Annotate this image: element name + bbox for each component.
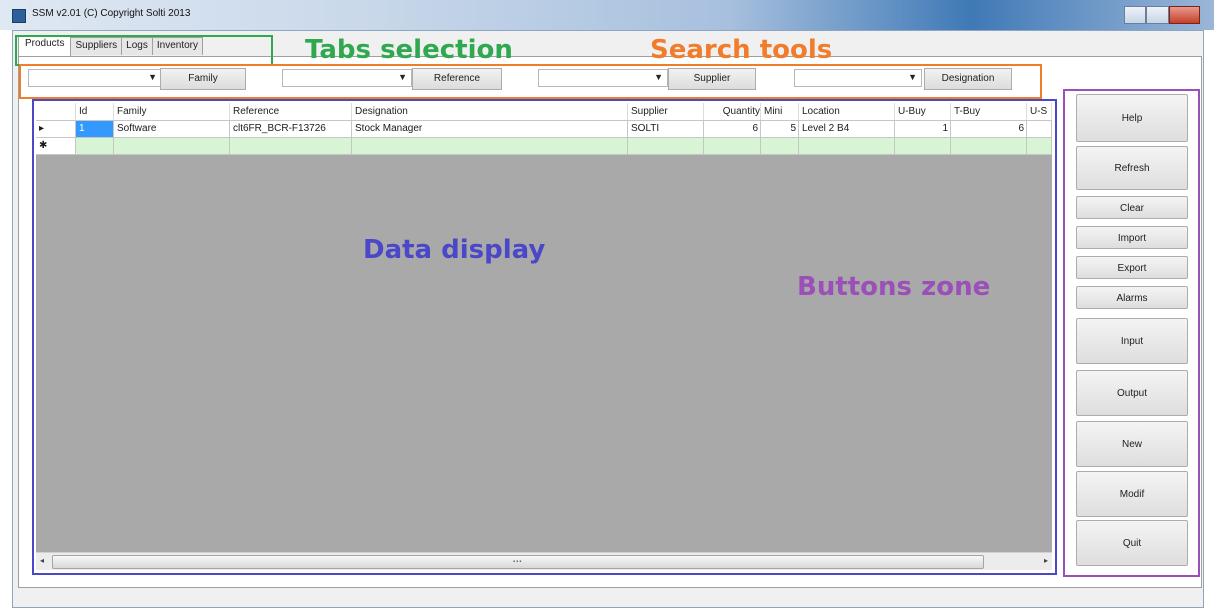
column-header[interactable]: Id	[76, 103, 114, 120]
tab-logs[interactable]: Logs	[121, 37, 153, 55]
tab-products[interactable]: Products	[18, 35, 72, 56]
new-button[interactable]: New	[1076, 421, 1188, 467]
column-header[interactable]: Location	[799, 103, 895, 120]
help-button[interactable]: Help	[1076, 94, 1188, 142]
window-title: SSM v2.01 (C) Copyright Solti 2013	[32, 8, 191, 19]
column-header[interactable]: Supplier	[628, 103, 704, 120]
table-cell[interactable]	[951, 138, 1027, 154]
dropdown-arrow-icon: ▼	[148, 72, 157, 82]
table-cell[interactable]	[76, 138, 114, 154]
column-header[interactable]: Reference	[230, 103, 352, 120]
column-header[interactable]: T-Buy	[951, 103, 1027, 120]
data-grid[interactable]: Id Family Reference Designation Supplier…	[36, 103, 1052, 570]
dropdown-arrow-icon: ▼	[654, 72, 663, 82]
table-cell[interactable]	[628, 138, 704, 154]
table-cell[interactable]	[1027, 121, 1052, 137]
column-header[interactable]: Designation	[352, 103, 628, 120]
column-header[interactable]: U-Buy	[895, 103, 951, 120]
scrollbar-thumb[interactable]: ▪▪▪	[52, 555, 984, 569]
family-combo[interactable]: ▼	[28, 69, 162, 87]
tab-inventory[interactable]: Inventory	[151, 37, 203, 55]
row-marker-icon: ▸	[36, 121, 76, 137]
scroll-right-icon[interactable]: ▸	[1044, 556, 1048, 565]
quit-button[interactable]: Quit	[1076, 520, 1188, 566]
modif-button[interactable]: Modif	[1076, 471, 1188, 517]
table-cell[interactable]: clt6FR_BCR-F13726	[230, 121, 352, 137]
table-cell[interactable]: Level 2 B4	[799, 121, 895, 137]
column-header[interactable]: Mini	[761, 103, 799, 120]
table-cell[interactable]	[704, 138, 761, 154]
tab-bar: Products Suppliers Logs Inventory	[18, 35, 203, 56]
table-cell[interactable]	[1027, 138, 1052, 154]
maximize-button[interactable]	[1146, 6, 1169, 24]
column-header[interactable]: U-S	[1027, 103, 1052, 120]
grid-header: Id Family Reference Designation Supplier…	[36, 103, 1052, 121]
reference-search-button[interactable]: Reference	[412, 68, 502, 90]
dropdown-arrow-icon: ▼	[908, 72, 917, 82]
table-cell[interactable]: Stock Manager	[352, 121, 628, 137]
table-cell[interactable]	[799, 138, 895, 154]
scroll-left-icon[interactable]: ◂	[40, 556, 44, 565]
table-cell[interactable]: 5	[761, 121, 799, 137]
table-cell[interactable]	[761, 138, 799, 154]
table-cell[interactable]	[352, 138, 628, 154]
family-search-button[interactable]: Family	[160, 68, 246, 90]
table-cell[interactable]: 6	[704, 121, 761, 137]
designation-search-button[interactable]: Designation	[924, 68, 1012, 90]
table-cell[interactable]: 1	[76, 121, 114, 137]
close-button[interactable]	[1168, 6, 1200, 24]
horizontal-scrollbar[interactable]: ◂ ▪▪▪ ▸	[36, 552, 1052, 570]
clear-button[interactable]: Clear	[1076, 196, 1188, 219]
new-row[interactable]: ✱	[36, 138, 1052, 155]
tab-suppliers[interactable]: Suppliers	[70, 37, 123, 55]
new-row-marker-icon: ✱	[36, 138, 76, 154]
table-cell[interactable]: 6	[951, 121, 1027, 137]
table-cell[interactable]: Software	[114, 121, 230, 137]
table-cell[interactable]: 1	[895, 121, 951, 137]
column-header[interactable]: Family	[114, 103, 230, 120]
window-controls	[1124, 6, 1200, 24]
grip-icon: ▪▪▪	[513, 559, 523, 565]
buttons-panel: Help Refresh Clear Import Export Alarms …	[1066, 90, 1194, 576]
row-header-corner	[36, 103, 76, 120]
column-header[interactable]: Quantity	[704, 103, 761, 120]
minimize-button[interactable]	[1124, 6, 1147, 24]
export-button[interactable]: Export	[1076, 256, 1188, 279]
window-titlebar: SSM v2.01 (C) Copyright Solti 2013	[0, 0, 1214, 30]
table-cell[interactable]	[114, 138, 230, 154]
refresh-button[interactable]: Refresh	[1076, 146, 1188, 190]
import-button[interactable]: Import	[1076, 226, 1188, 249]
designation-combo[interactable]: ▼	[794, 69, 922, 87]
table-cell[interactable]	[895, 138, 951, 154]
reference-combo[interactable]: ▼	[282, 69, 412, 87]
app-icon	[12, 9, 26, 23]
table-cell[interactable]: SOLTI	[628, 121, 704, 137]
supplier-combo[interactable]: ▼	[538, 69, 668, 87]
supplier-search-button[interactable]: Supplier	[668, 68, 756, 90]
table-row[interactable]: ▸ 1 Software clt6FR_BCR-F13726 Stock Man…	[36, 121, 1052, 138]
output-button[interactable]: Output	[1076, 370, 1188, 416]
input-button[interactable]: Input	[1076, 318, 1188, 364]
table-cell[interactable]	[230, 138, 352, 154]
dropdown-arrow-icon: ▼	[398, 72, 407, 82]
alarms-button[interactable]: Alarms	[1076, 286, 1188, 309]
